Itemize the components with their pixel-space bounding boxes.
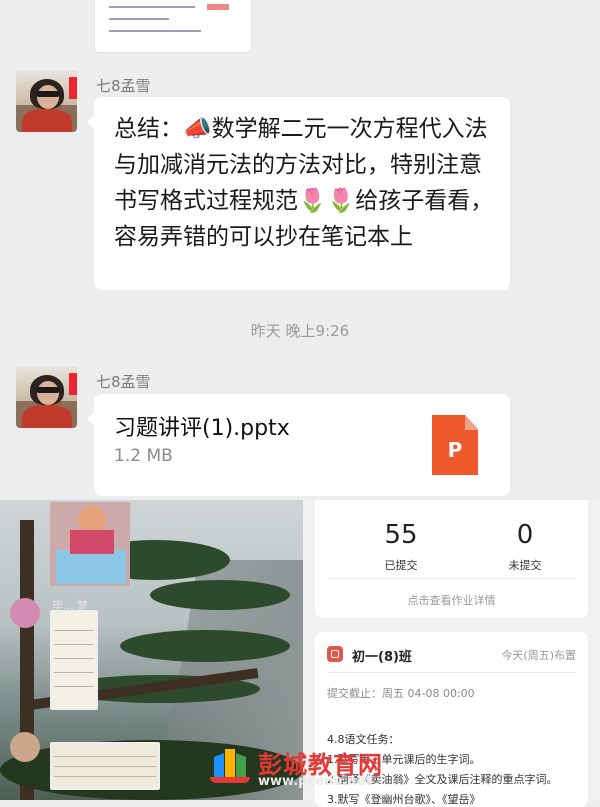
sender-name: 七8孟雪 xyxy=(96,77,151,95)
pptx-file-icon: P xyxy=(432,415,478,475)
books-logo-icon xyxy=(206,745,254,785)
file-name: 习题讲评(1).pptx xyxy=(114,416,290,441)
text-message-bubble[interactable]: 总结：📣数学解二元一次方程代入法与加减消元法的方法对比，特别注意书写格式过程规范… xyxy=(87,97,510,290)
watermark-url: www.pcedu.net xyxy=(258,774,372,789)
file-size: 1.2 MB xyxy=(114,446,173,466)
file-message-bubble[interactable]: 习题讲评(1).pptx 1.2 MB P xyxy=(87,394,510,496)
participant-avatar[interactable] xyxy=(10,732,40,762)
submission-stats-card: 55 已提交 0 未提交 点击查看作业详情 xyxy=(315,500,588,618)
message-text: 总结：📣数学解二元一次方程代入法与加减消元法的方法对比，特别注意书写格式过程规范… xyxy=(114,116,494,250)
participant-avatar[interactable] xyxy=(10,598,40,628)
unsubmitted-label: 未提交 xyxy=(508,559,542,572)
view-homework-details-link[interactable]: 点击查看作业详情 xyxy=(315,592,588,608)
participant-name-label: 毕... 梦 xyxy=(52,599,88,612)
unsubmitted-count: 0 xyxy=(516,520,534,550)
sender-name: 七8孟雪 xyxy=(96,373,151,391)
participant-video-tile[interactable] xyxy=(50,502,130,586)
posted-time: 今天(周五)布置 xyxy=(501,649,576,662)
participant-video-tile[interactable] xyxy=(50,610,98,710)
submitted-count: 55 xyxy=(384,520,418,550)
task-line: 3.默写《登幽州台歌》、《望岳》 xyxy=(327,793,481,806)
chat-area: 七8孟雪 总结：📣数学解二元一次方程代入法与加减消元法的方法对比，特别注意书写格… xyxy=(0,0,600,500)
deadline-text: 提交截止：周五 04-08 00:00 xyxy=(327,687,475,700)
class-icon xyxy=(327,646,343,662)
participant-video-tile[interactable] xyxy=(50,742,160,790)
image-message-thumbnail[interactable] xyxy=(94,0,252,53)
site-watermark: 彭城教育网 www.pcedu.net xyxy=(206,745,406,791)
message-timestamp: 昨天 晚上9:26 xyxy=(250,322,350,340)
sender-avatar[interactable] xyxy=(16,367,77,428)
submitted-label: 已提交 xyxy=(384,559,418,572)
class-name: 初一(8)班 xyxy=(352,650,412,665)
sender-avatar[interactable] xyxy=(16,71,77,132)
